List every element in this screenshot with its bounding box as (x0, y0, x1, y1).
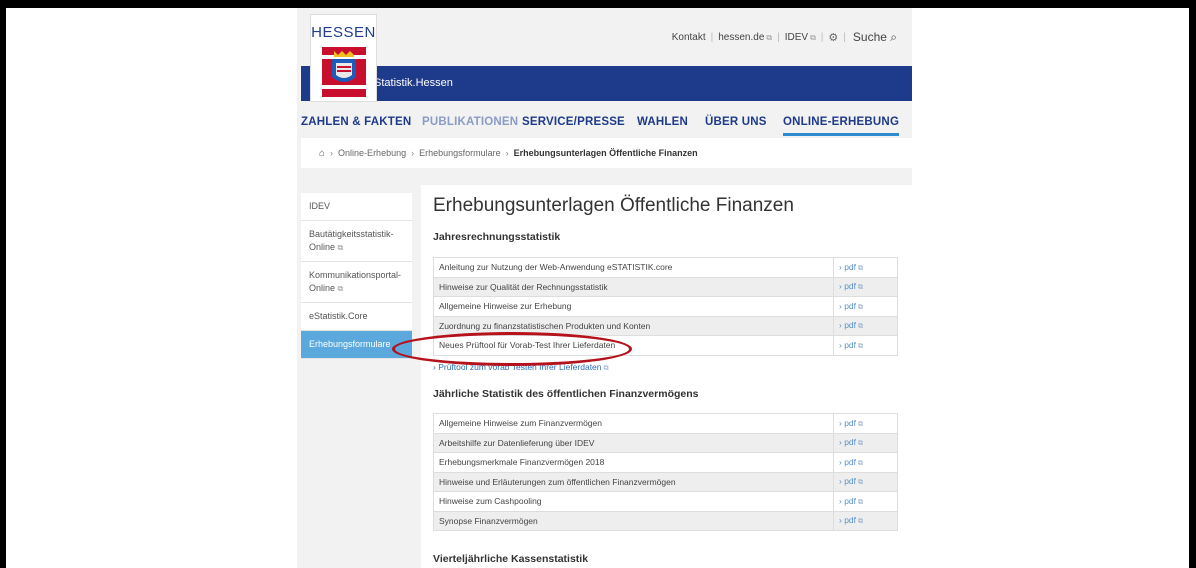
highlight-ellipse (392, 332, 632, 366)
breadcrumb-erhebungsformulare[interactable]: Erhebungsformulare (419, 148, 501, 158)
nav-item-wahlen[interactable]: WAHLEN (637, 116, 688, 128)
divider: | (710, 32, 714, 43)
divider: | (777, 32, 780, 43)
external-link-icon: ⧉ (337, 243, 344, 252)
search-button[interactable]: Suche ⌕ (853, 30, 897, 45)
page-title: Erhebungsunterlagen Öffentliche Finanzen (433, 195, 794, 216)
hessen-logo[interactable]: HESSEN (310, 14, 377, 102)
pdf-link[interactable]: › pdf ⧉ (833, 335, 898, 356)
pdf-link[interactable]: › pdf ⧉ (833, 276, 898, 297)
table-row: Hinweise zur Qualität der Rechnungsstati… (433, 276, 898, 297)
nav-item-zahlen-fakten[interactable]: ZAHLEN & FAKTEN (301, 116, 411, 128)
external-link-icon: ⧉ (810, 32, 816, 42)
settings-icon[interactable]: ⚙ (828, 31, 838, 44)
table-row: Hinweise zum Cashpooling › pdf ⧉ (433, 491, 898, 512)
crest-icon (322, 47, 366, 97)
utility-nav: Kontakt | hessen.de ⧉ | IDEV ⧉ | ⚙ | Suc… (672, 30, 897, 45)
pdf-link[interactable]: › pdf ⧉ (833, 510, 898, 531)
main-content: Erhebungsunterlagen Öffentliche Finanzen… (421, 185, 912, 568)
sidebar-item-estatistik-core[interactable]: eStatistik.Core (301, 303, 412, 331)
pdf-link[interactable]: › pdf ⧉ (833, 471, 898, 492)
section-heading-jahresrechnung: Jahresrechnungsstatistik (433, 231, 561, 243)
breadcrumb-separator: › (330, 148, 334, 158)
divider: | (843, 32, 846, 43)
table-row: Synopse Finanzvermögen › pdf ⧉ (433, 510, 898, 531)
pdf-link[interactable]: › pdf ⧉ (833, 491, 898, 512)
browser-frame: HESSEN Kontakt | hessen.de ⧉ | IDEV ⧉ | … (6, 8, 1189, 568)
nav-item-publikationen[interactable]: PUBLIKATIONEN (422, 116, 518, 128)
pdf-link[interactable]: › pdf ⧉ (833, 432, 898, 453)
section-heading-kassenstatistik: Vierteljährliche Kassenstatistik (433, 553, 589, 565)
pdf-link[interactable]: › pdf ⧉ (833, 296, 898, 317)
table-row: Hinweise und Erläuterungen zum öffentlic… (433, 471, 898, 492)
external-link-icon: ⧉ (603, 365, 609, 372)
breadcrumb: ⌂ › Online-Erhebung › Erhebungsformulare… (301, 138, 912, 168)
section-heading-finanzvermoegen: Jährliche Statistik des öffentlichen Fin… (433, 388, 699, 400)
contact-link[interactable]: Kontakt (672, 32, 706, 43)
breadcrumb-online-erhebung[interactable]: Online-Erhebung (338, 148, 406, 158)
sidebar: IDEV Bautätigkeitsstatistik-Online ⧉ Kom… (301, 193, 412, 359)
pdf-link[interactable]: › pdf ⧉ (833, 452, 898, 473)
breadcrumb-separator: › (505, 148, 509, 158)
search-label: Suche (852, 30, 887, 44)
breadcrumb-current: Erhebungsunterlagen Öffentliche Finanzen (513, 148, 698, 158)
hessen-de-link[interactable]: hessen.de (718, 32, 764, 43)
brand-bar: Statistik.Hessen (301, 66, 912, 101)
search-icon: ⌕ (890, 30, 897, 44)
table-row: Allgemeine Hinweise zum Finanzvermögen › … (433, 413, 898, 434)
idev-link[interactable]: IDEV (785, 32, 808, 43)
pdf-link[interactable]: › pdf ⧉ (833, 413, 898, 434)
divider: | (820, 32, 824, 43)
pdf-link[interactable]: › pdf ⧉ (833, 315, 898, 336)
breadcrumb-separator: › (411, 148, 415, 158)
table-row: Arbeitshilfe zur Datenlieferung über IDE… (433, 432, 898, 453)
sidebar-item-bautaetigkeit[interactable]: Bautätigkeitsstatistik-Online ⧉ (301, 221, 412, 262)
brand-name[interactable]: Statistik.Hessen (374, 77, 453, 89)
table-finanzvermoegen: Allgemeine Hinweise zum Finanzvermögen › … (433, 413, 898, 531)
page: HESSEN Kontakt | hessen.de ⧉ | IDEV ⧉ | … (297, 8, 912, 568)
nav-item-ueber-uns[interactable]: ÜBER UNS (705, 116, 767, 128)
table-row: Allgemeine Hinweise zur Erhebung › pdf ⧉ (433, 296, 898, 317)
nav-item-service-presse[interactable]: SERVICE/PRESSE (522, 116, 625, 128)
table-row: Erhebungsmerkmale Finanzvermögen 2018 › p… (433, 452, 898, 473)
external-link-icon: ⧉ (766, 32, 773, 42)
pdf-link[interactable]: › pdf ⧉ (833, 257, 898, 278)
external-link-icon: ⧉ (337, 284, 344, 293)
table-row: Anleitung zur Nutzung der Web-Anwendung … (433, 257, 898, 278)
sidebar-item-idev[interactable]: IDEV (301, 193, 412, 221)
home-icon[interactable]: ⌂ (319, 148, 325, 159)
sidebar-item-kommunikationsportal[interactable]: Kommunikationsportal-Online ⧉ (301, 262, 412, 303)
logo-text: HESSEN (311, 24, 376, 41)
nav-item-online-erhebung[interactable]: ONLINE-ERHEBUNG (783, 116, 900, 136)
